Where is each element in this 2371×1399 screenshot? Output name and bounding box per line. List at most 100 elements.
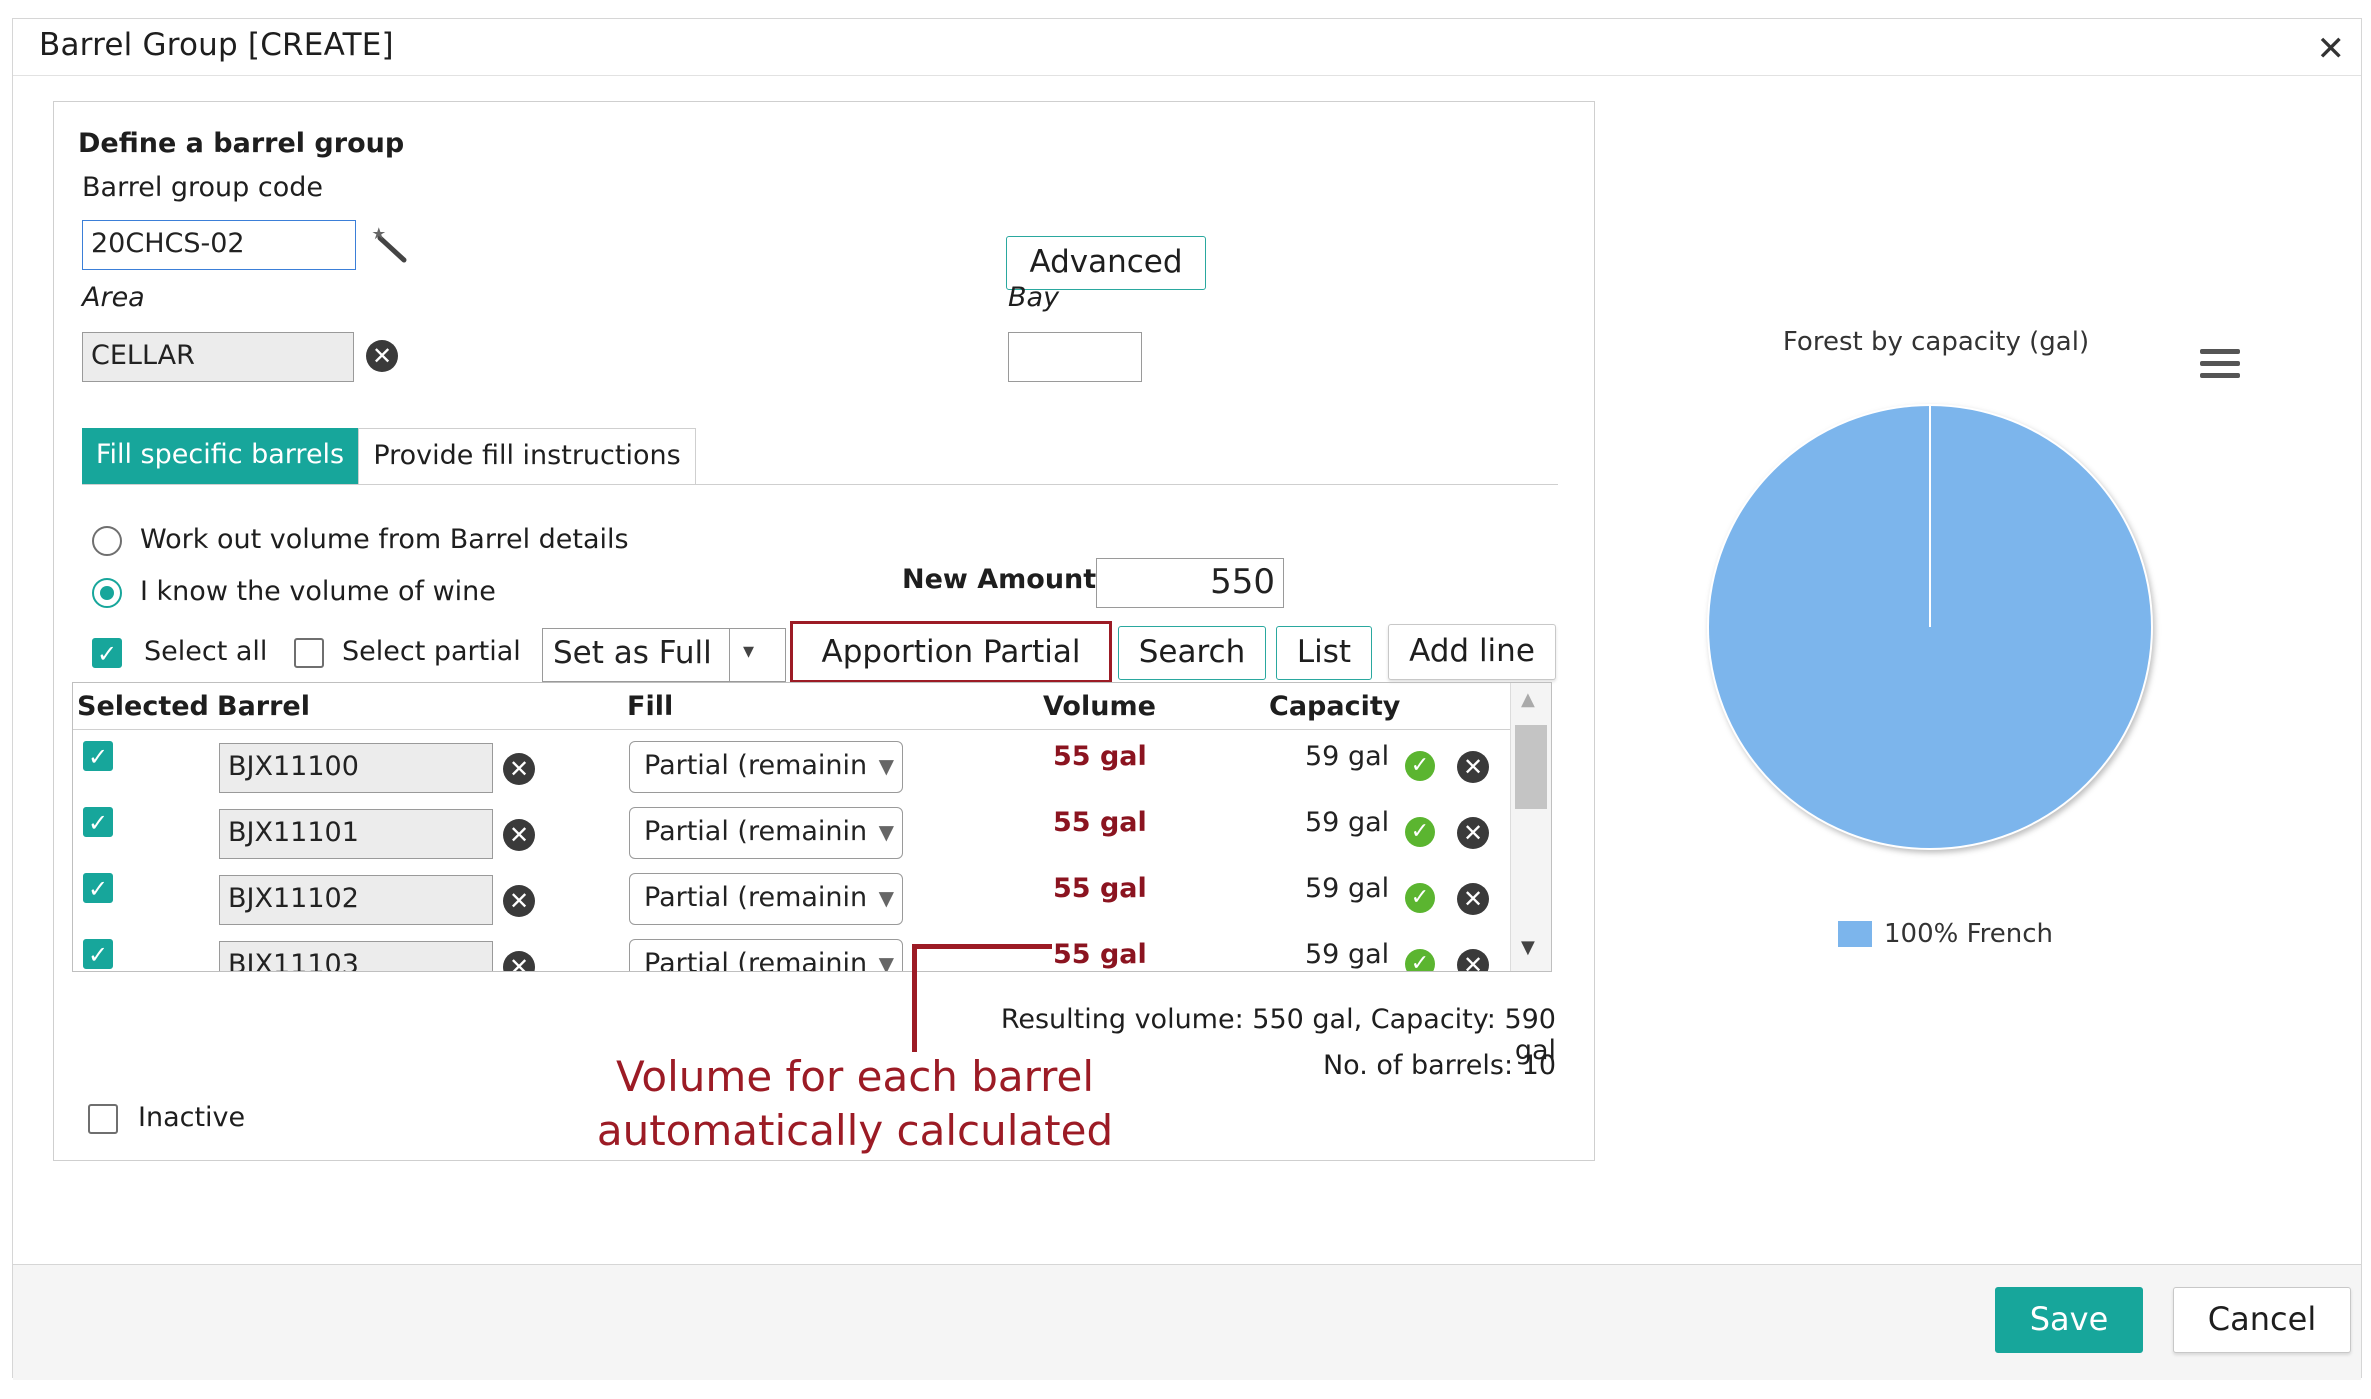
check-ok-icon[interactable]: ✓ [1405,751,1435,781]
bay-input[interactable] [1008,332,1142,382]
fill-select-value: Partial (remainin [644,816,868,847]
clear-area-icon[interactable]: ✕ [366,340,398,372]
legend-item-french[interactable]: 100% French [1884,919,2053,949]
table-row: ✓ BJX11101 ✕ Partial (remainin ▼ 55 gal 59 gal… [73,801,1503,867]
fill-select[interactable]: Partial (remainin ▼ [629,939,903,972]
radio-work-out-label: Work out volume from Barrel details [140,524,629,555]
row-select-checkbox[interactable]: ✓ [83,807,113,837]
fill-select[interactable]: Partial (remainin ▼ [629,741,903,793]
barrel-group-code-label: Barrel group code [82,172,324,203]
row-select-checkbox[interactable]: ✓ [83,741,113,771]
barrel-count-text: No. of barrels: 10 [1322,1050,1556,1081]
capacity-value: 59 gal [1305,807,1390,838]
cancel-button[interactable]: Cancel [2173,1287,2351,1353]
col-header-capacity[interactable]: Capacity [1269,691,1400,722]
annotation-connector-h [912,944,1052,949]
pie-chart-svg [1707,404,2153,850]
scroll-up-icon[interactable]: ▲ [1521,689,1535,710]
clear-barrel-icon[interactable]: ✕ [503,819,535,851]
search-button[interactable]: Search [1118,626,1266,680]
row-select-checkbox[interactable]: ✓ [83,873,113,903]
fill-select-value: Partial (remainin [644,750,868,781]
capacity-value: 59 gal [1305,873,1390,904]
volume-value: 55 gal [1053,741,1147,772]
area-input[interactable]: CELLAR [82,332,354,382]
select-partial-label: Select partial [342,636,521,667]
annotation-connector-v [912,944,917,1052]
apportion-partial-button[interactable]: Apportion Partial [790,621,1112,683]
fill-select-value: Partial (remainin [644,948,868,972]
volume-value: 55 gal [1053,873,1147,904]
form-panel: Define a barrel group Barrel group code … [53,101,1595,1161]
barrel-input[interactable]: BJX11100 [219,743,493,793]
row-select-checkbox[interactable]: ✓ [83,939,113,969]
legend-swatch-french [1838,921,1872,947]
volume-value: 55 gal [1053,807,1147,838]
magic-wand-icon[interactable] [370,224,410,264]
barrel-input[interactable]: BJX11103 [219,941,493,971]
remove-row-icon[interactable]: ✕ [1457,883,1489,915]
dialog-title: Barrel Group [CREATE] [39,27,394,63]
dialog-footer: Save Cancel [13,1264,2361,1380]
inactive-checkbox[interactable] [88,1104,118,1134]
capacity-value: 59 gal [1305,741,1390,772]
dropdown-arrow-icon: ▼ [878,820,894,844]
col-header-barrel[interactable]: Barrel [217,691,310,722]
select-all-checkbox[interactable]: ✓ [92,638,122,668]
save-button[interactable]: Save [1995,1287,2143,1353]
close-icon[interactable]: ✕ [2317,29,2346,69]
remove-row-icon[interactable]: ✕ [1457,751,1489,783]
barrel-input[interactable]: BJX11101 [219,809,493,859]
fill-select[interactable]: Partial (remainin ▼ [629,873,903,925]
new-amount-input[interactable]: 550 [1096,558,1284,608]
radio-know-label: I know the volume of wine [140,576,496,607]
new-amount-label: New Amount [902,564,1097,595]
table-row: ✓ BJX11102 ✕ Partial (remainin ▼ 55 gal 59 gal… [73,867,1503,933]
fill-select-value: Partial (remainin [644,882,868,913]
check-ok-icon[interactable]: ✓ [1405,817,1435,847]
radio-work-out-volume[interactable] [92,526,122,556]
scroll-thumb[interactable] [1515,725,1547,809]
area-label: Area [82,282,145,313]
forest-capacity-chart: Forest by capacity (gal) 100% French [1596,315,2276,989]
barrel-group-code-input[interactable]: 20CHCS-02 [82,220,356,270]
select-partial-checkbox[interactable] [294,638,324,668]
clear-barrel-icon[interactable]: ✕ [503,753,535,785]
tab-provide-fill-instructions[interactable]: Provide fill instructions [358,428,696,484]
fill-select[interactable]: Partial (remainin ▼ [629,807,903,859]
chevron-down-icon[interactable]: ▾ [743,639,754,664]
dialog-titlebar: Barrel Group [CREATE] ✕ [13,19,2361,76]
barrels-table: Selected Barrel Fill Volume Capacity ✓ BJ… [72,682,1552,972]
dropdown-arrow-icon: ▼ [878,952,894,972]
barrel-input[interactable]: BJX11102 [219,875,493,925]
table-scrollbar[interactable]: ▲ ▼ [1510,683,1551,971]
dropdown-arrow-icon: ▼ [878,886,894,910]
annotation-text: Volume for each barrel automatically cal… [520,1050,1190,1158]
remove-row-icon[interactable]: ✕ [1457,817,1489,849]
col-header-selected[interactable]: Selected [77,691,209,722]
tab-fill-specific-barrels[interactable]: Fill specific barrels [82,428,358,484]
remove-row-icon[interactable]: ✕ [1457,949,1489,971]
add-line-button[interactable]: Add line [1388,624,1556,680]
col-header-volume[interactable]: Volume [1043,691,1156,722]
scroll-down-icon[interactable]: ▼ [1521,937,1535,958]
dropdown-divider [729,629,730,681]
radio-know-volume[interactable] [92,578,122,608]
select-all-label: Select all [144,636,268,667]
annotation-line-2: automatically calculated [596,1106,1114,1155]
header-divider [73,729,1511,730]
clear-barrel-icon[interactable]: ✕ [503,885,535,917]
check-ok-icon[interactable]: ✓ [1405,949,1435,971]
fill-mode-value: Set as Full [553,635,712,671]
clear-barrel-icon[interactable]: ✕ [503,951,535,971]
inactive-label: Inactive [138,1102,246,1133]
tab-divider [82,484,1558,485]
check-ok-icon[interactable]: ✓ [1405,883,1435,913]
list-button[interactable]: List [1276,626,1372,680]
capacity-value: 59 gal [1305,939,1390,970]
col-header-fill[interactable]: Fill [627,691,673,722]
table-row: ✓ BJX11103 ✕ Partial (remainin ▼ 55 gal 59 gal… [73,933,1503,972]
section-title: Define a barrel group [78,128,405,159]
fill-mode-dropdown[interactable]: Set as Full ▾ [542,628,786,682]
volume-value: 55 gal [1053,939,1147,970]
